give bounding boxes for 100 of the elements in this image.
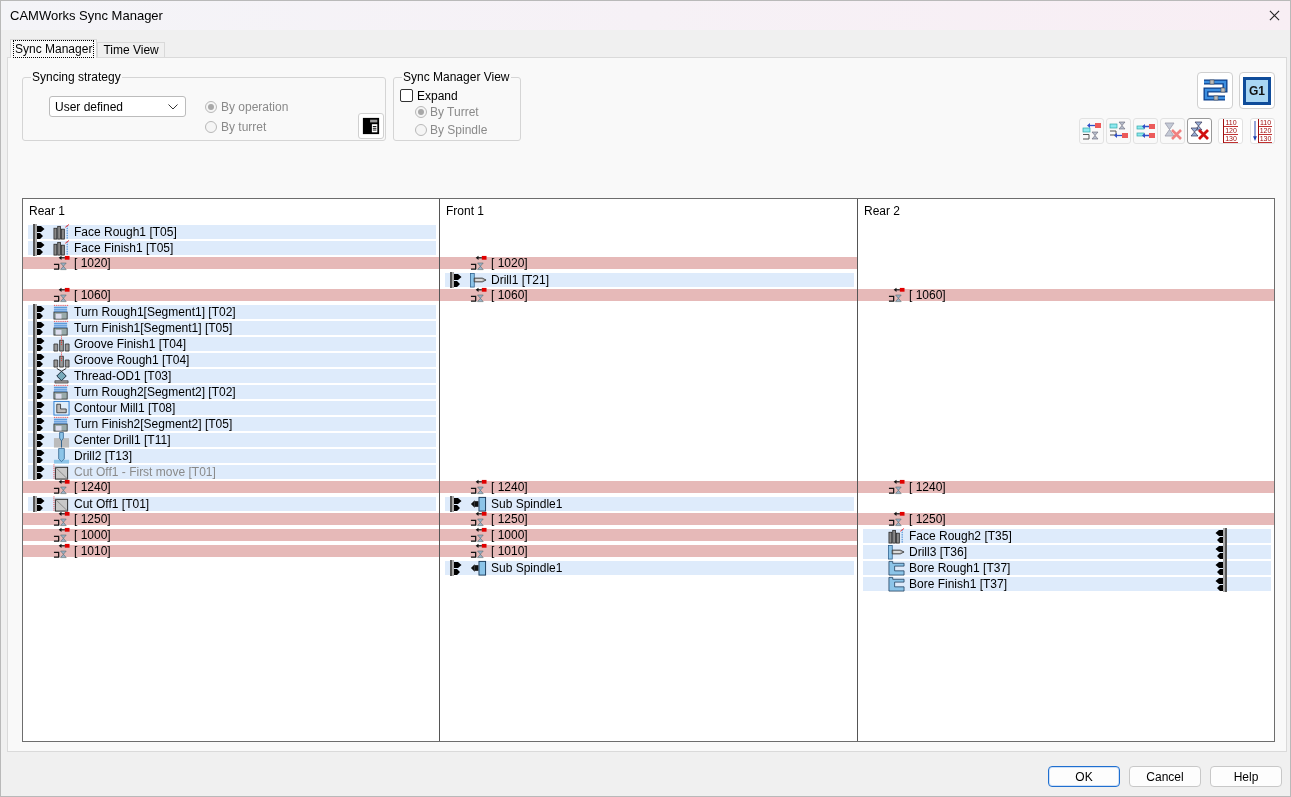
operation-row[interactable]: Face Rough1 [T05]: [28, 225, 436, 239]
drag-handle-icon[interactable]: [1215, 544, 1227, 560]
operation-label: Drill3 [T36]: [909, 545, 967, 559]
sync-row[interactable]: [ 1060]: [858, 289, 1274, 301]
operation-row[interactable]: Turn Rough1[Segment1] [T02]: [28, 305, 436, 319]
operation-label: Turn Rough2[Segment2] [T02]: [74, 385, 236, 399]
operation-row[interactable]: Cut Off1 [T01]: [28, 497, 436, 511]
operation-row[interactable]: Sub Spindle1: [445, 561, 854, 575]
sync-label: [ 1020]: [491, 256, 528, 270]
drag-handle-icon[interactable]: [33, 320, 45, 336]
operation-row[interactable]: Drill2 [T13]: [28, 449, 436, 463]
sync-label: [ 1250]: [491, 512, 528, 526]
sync-row[interactable]: [ 1060]: [23, 289, 439, 301]
hourglass-cross-icon: [1162, 121, 1183, 141]
expand-checkbox[interactable]: [400, 89, 413, 102]
drag-handle-icon[interactable]: [33, 448, 45, 464]
operation-row[interactable]: Drill1 [T21]: [445, 273, 854, 287]
operation-row[interactable]: Face Finish1 [T05]: [28, 241, 436, 255]
operation-label: Turn Finish2[Segment2] [T05]: [74, 417, 233, 431]
drag-handle-icon[interactable]: [33, 400, 45, 416]
operation-row[interactable]: Face Rough2 [T35]: [863, 529, 1271, 543]
sync-row[interactable]: [ 1250]: [440, 513, 857, 525]
drag-handle-icon[interactable]: [1215, 560, 1227, 576]
operation-row[interactable]: Groove Rough1 [T04]: [28, 353, 436, 367]
sync-point-icon: [53, 527, 70, 543]
operation-row[interactable]: Sub Spindle1: [445, 497, 854, 511]
sync-row[interactable]: [ 1250]: [858, 513, 1274, 525]
tab[interactable]: Time View: [97, 42, 165, 57]
strategy-dropdown[interactable]: User defined: [49, 96, 186, 117]
sync-row[interactable]: [ 1240]: [440, 481, 857, 493]
sync-point-icon: [53, 255, 70, 271]
tab[interactable]: Sync Manager: [10, 39, 98, 58]
operation-label: Turn Rough1[Segment1] [T02]: [74, 305, 236, 319]
sync-settings-button[interactable]: [358, 113, 384, 139]
drag-handle-icon[interactable]: [33, 352, 45, 368]
drag-handle-icon[interactable]: [33, 416, 45, 432]
dialog-button[interactable]: Cancel: [1129, 766, 1201, 787]
sync-row[interactable]: [ 1240]: [23, 481, 439, 493]
drag-handle-icon[interactable]: [1215, 576, 1227, 592]
sync-row[interactable]: [ 1010]: [440, 545, 857, 557]
operation-row[interactable]: Turn Rough2[Segment2] [T02]: [28, 385, 436, 399]
column-title: Rear 2: [864, 203, 901, 220]
operation-row[interactable]: Groove Finish1 [T04]: [28, 337, 436, 351]
drag-handle-icon[interactable]: [450, 560, 462, 576]
operation-row[interactable]: Contour Mill1 [T08]: [28, 401, 436, 415]
panel-list-icon: [362, 117, 380, 135]
operation-row[interactable]: Turn Finish1[Segment1] [T05]: [28, 321, 436, 335]
sync-point-icon: [53, 287, 70, 303]
sync-row[interactable]: [ 1250]: [23, 513, 439, 525]
sync-row[interactable]: [ 1020]: [440, 257, 857, 269]
sync-row[interactable]: [ 1000]: [440, 529, 857, 541]
operation-row[interactable]: Bore Rough1 [T37]: [863, 561, 1271, 575]
drag-handle-icon[interactable]: [33, 368, 45, 384]
drag-handle-icon[interactable]: [1215, 528, 1227, 544]
close-icon[interactable]: [1269, 10, 1280, 21]
toolbar-button[interactable]: [1187, 118, 1212, 144]
drag-handle-icon[interactable]: [33, 384, 45, 400]
operation-label: Groove Finish1 [T04]: [74, 337, 187, 351]
window-title: CAMWorks Sync Manager: [10, 8, 163, 23]
sync-point-icon: [470, 287, 487, 303]
cutoff-tool-icon: [53, 464, 70, 480]
sync-label: [ 1240]: [909, 480, 946, 494]
boring-tool-icon: [888, 560, 905, 576]
operation-label: Sub Spindle1: [491, 497, 563, 511]
sync-row[interactable]: [ 1000]: [23, 529, 439, 541]
drag-handle-icon[interactable]: [33, 240, 45, 256]
operation-row[interactable]: Center Drill1 [T11]: [28, 433, 436, 447]
path-button[interactable]: [1197, 72, 1233, 109]
column-title: Front 1: [446, 203, 484, 220]
operation-row[interactable]: Drill3 [T36]: [863, 545, 1271, 559]
drag-handle-icon[interactable]: [450, 272, 462, 288]
drag-handle-icon[interactable]: [33, 464, 45, 480]
facing-tool-icon: [53, 224, 70, 240]
operation-row[interactable]: Turn Finish2[Segment2] [T05]: [28, 417, 436, 431]
operation-label: Contour Mill1 [T08]: [74, 401, 176, 415]
spindle-icon: [470, 496, 487, 512]
facing-tool-icon: [888, 528, 905, 544]
drag-handle-icon[interactable]: [33, 304, 45, 320]
drag-handle-icon[interactable]: [33, 224, 45, 240]
grooving-tool-icon: [53, 336, 70, 352]
sync-row[interactable]: [ 1060]: [440, 289, 857, 301]
operation-row[interactable]: Bore Finish1 [T37]: [863, 577, 1271, 591]
drag-handle-icon[interactable]: [33, 432, 45, 448]
drag-handle-icon[interactable]: [33, 496, 45, 512]
sync-point-icon: [470, 543, 487, 559]
code-button[interactable]: G1: [1239, 72, 1275, 109]
operation-row[interactable]: Thread-OD1 [T03]: [28, 369, 436, 383]
sync-row[interactable]: [ 1010]: [23, 545, 439, 557]
operation-label: Sub Spindle1: [491, 561, 563, 575]
sync-label: [ 1240]: [74, 480, 111, 494]
sync-row[interactable]: [ 1020]: [23, 257, 439, 269]
turning-tool-icon: [53, 304, 70, 320]
drag-handle-icon[interactable]: [450, 496, 462, 512]
sync-label: [ 1010]: [74, 544, 111, 558]
dialog-button[interactable]: OK: [1048, 766, 1120, 787]
drag-handle-icon[interactable]: [33, 336, 45, 352]
sync-label: [ 1250]: [909, 512, 946, 526]
dialog-button[interactable]: Help: [1210, 766, 1282, 787]
center-drill-icon: [53, 432, 70, 448]
sync-row[interactable]: [ 1240]: [858, 481, 1274, 493]
